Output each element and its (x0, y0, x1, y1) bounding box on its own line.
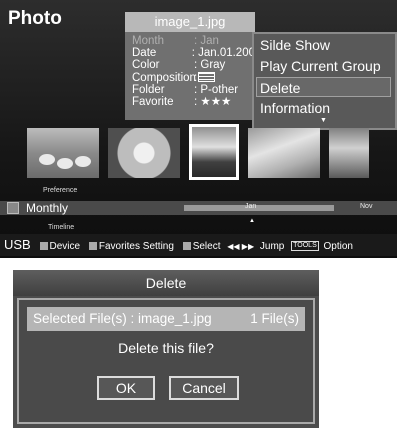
info-row-composition: Composition : (132, 71, 255, 84)
info-key: Color (132, 59, 160, 72)
ok-button[interactable]: OK (97, 376, 155, 400)
photo-thumbnail[interactable] (248, 128, 320, 178)
favorites-key-icon (88, 242, 97, 251)
info-key: Favorite (132, 96, 174, 109)
source-label: USB (4, 237, 31, 252)
info-value: : Jan (194, 35, 219, 47)
info-row-date: Date : Jan.01.200 (132, 47, 255, 59)
option-hint: Option (323, 241, 353, 252)
device-key-icon (39, 242, 48, 251)
info-value: : Jan.01.200 (191, 47, 255, 60)
info-row-month: Month : Jan (132, 35, 255, 47)
confirm-question: Delete this file? (118, 340, 214, 356)
menu-item-information[interactable]: Information (254, 98, 395, 118)
menu-item-slide-show[interactable]: Silde Show (254, 35, 395, 55)
info-value: : (194, 71, 198, 84)
status-bar: USB Device Favorites Setting Select ◀◀ ▶… (0, 234, 397, 256)
menu-item-delete[interactable]: Delete (256, 77, 391, 97)
info-key: Date (132, 47, 157, 60)
jump-hint: Jump (259, 241, 285, 252)
select-key-icon (182, 242, 191, 251)
sheep-shape (39, 154, 55, 165)
delete-dialog: Delete Selected File(s) : image_1.jpg 1 … (13, 270, 319, 428)
timeline-end-month: Nov (360, 203, 373, 210)
photo-thumbnail[interactable] (329, 128, 369, 178)
photo-thumbnail-selected[interactable] (189, 124, 239, 180)
info-row-favorite: Favorite : ★★★ (132, 96, 255, 108)
info-key: Composition (132, 71, 196, 84)
info-key: Folder (132, 83, 165, 96)
photo-thumbnail[interactable] (27, 128, 99, 178)
selected-files-row: Selected File(s) : image_1.jpg 1 File(s) (27, 307, 305, 331)
info-value: : Gray (194, 59, 226, 72)
options-menu: Silde Show Play Current Group Delete Inf… (252, 32, 397, 130)
cancel-button[interactable]: Cancel (169, 376, 239, 400)
page-title: Photo (8, 8, 62, 29)
timeline-start-month: Jan (245, 203, 257, 210)
photo-thumbnail[interactable] (108, 128, 180, 178)
preference-label: Preference (43, 187, 78, 194)
menu-scroll-down-icon[interactable]: ▼ (320, 117, 327, 124)
dialog-body: Selected File(s) : image_1.jpg 1 File(s)… (17, 298, 315, 424)
file-name-header: image_1.jpg (125, 12, 255, 32)
info-row-folder: Folder : P-other (132, 84, 255, 96)
timeline-label: Timeline (48, 224, 75, 231)
info-value: : ★★★ (194, 96, 232, 109)
favorites-hint: Favorites Setting (98, 241, 174, 252)
sheep-shape (75, 156, 91, 167)
timeline-track[interactable] (184, 205, 334, 211)
device-hint: Device (49, 241, 81, 252)
timeline-marker-icon: ▲ (249, 218, 255, 224)
sort-mode[interactable]: Monthly (26, 201, 68, 215)
info-key: Month (132, 35, 164, 47)
menu-item-play-current-group[interactable]: Play Current Group (254, 56, 395, 76)
dialog-title: Delete (13, 270, 319, 296)
select-hint: Select (192, 241, 221, 252)
composition-icon (198, 71, 216, 82)
calendar-icon (7, 202, 19, 214)
photo-screen: Photo image_1.jpg Month : Jan Date : Jan… (0, 0, 397, 258)
file-info-panel: image_1.jpg Month : Jan Date : Jan.01.20… (125, 12, 255, 120)
info-value: : P-other (194, 83, 239, 96)
sheep-shape (57, 158, 73, 169)
selected-files-label: Selected File(s) : image_1.jpg (33, 311, 212, 326)
file-count: 1 File(s) (250, 311, 299, 326)
tools-key-icon: TOOLS (291, 241, 319, 252)
info-row-color: Color : Gray (132, 59, 255, 71)
jump-arrows-icon: ◀◀ ▶▶ (227, 242, 255, 251)
